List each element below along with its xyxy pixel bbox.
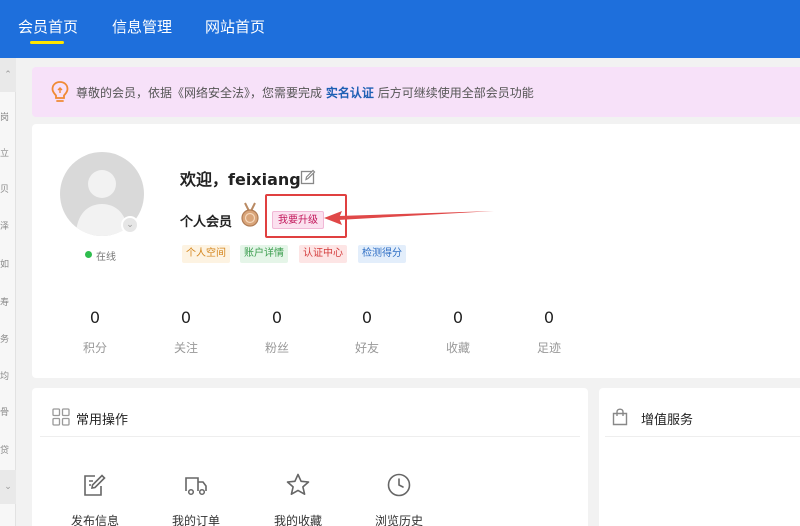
sidebar-item[interactable]: 贝 xyxy=(0,182,12,195)
op-label: 发布信息 xyxy=(70,514,119,526)
chevron-down-icon: ⌄ xyxy=(4,482,12,492)
sidebar-item[interactable]: 贷 xyxy=(0,443,12,456)
shopping-bag-icon xyxy=(612,408,628,426)
my-orders-button[interactable]: 我的订单 xyxy=(156,472,236,526)
chevron-up-icon: ⌃ xyxy=(4,70,12,80)
browse-history-button[interactable]: 浏览历史 xyxy=(359,472,439,526)
avatar-dropdown-icon[interactable]: ⌄ xyxy=(121,216,139,234)
stat-label: 足迹 xyxy=(536,341,561,355)
stat-label: 积分 xyxy=(82,341,107,355)
common-operations-title: 常用操作 xyxy=(76,413,129,428)
truck-icon xyxy=(185,477,207,496)
stat-favorites[interactable]: 0 收藏 xyxy=(428,308,488,356)
stat-value: 0 xyxy=(543,308,555,327)
edit-icon[interactable] xyxy=(300,169,316,185)
nav-member-home[interactable]: 会员首页 xyxy=(18,16,78,37)
sidebar-item[interactable]: 立 xyxy=(0,146,12,159)
lightbulb-icon xyxy=(51,81,69,102)
sidebar-collapse-toggle[interactable]: ⌃ xyxy=(0,58,16,92)
stat-footprints[interactable]: 0 足迹 xyxy=(519,308,579,356)
stat-value: 0 xyxy=(271,308,283,327)
divider xyxy=(605,436,800,437)
stat-value: 0 xyxy=(452,308,464,327)
divider xyxy=(40,436,580,437)
welcome-text: 欢迎，feixiang xyxy=(180,170,301,189)
top-nav-bar: 会员首页 信息管理 网站首页 xyxy=(0,0,800,58)
sidebar-item[interactable]: 如 xyxy=(0,257,12,270)
nav-info-management[interactable]: 信息管理 xyxy=(112,16,172,37)
value-added-services-card: 增值服务 xyxy=(599,388,800,526)
op-label: 我的订单 xyxy=(171,514,220,526)
annotation-arrow xyxy=(324,211,494,225)
sidebar-item[interactable]: 骨 xyxy=(0,405,12,418)
sidebar-item[interactable]: 务 xyxy=(0,332,12,345)
medal-icon xyxy=(241,202,259,227)
stat-friends[interactable]: 0 好友 xyxy=(337,308,397,356)
real-name-verification-link[interactable]: 实名认证 xyxy=(326,86,374,100)
common-operations-card: 常用操作 发布信息 我的订单 我的收藏 浏览历史 xyxy=(32,388,588,526)
upgrade-button[interactable]: 我要升级 xyxy=(272,211,324,229)
clock-icon xyxy=(387,473,411,497)
stat-points[interactable]: 0 积分 xyxy=(65,308,125,356)
nav-active-indicator xyxy=(30,41,64,44)
op-label: 浏览历史 xyxy=(374,514,423,526)
stat-label: 粉丝 xyxy=(264,341,289,355)
online-status-dot xyxy=(85,251,92,258)
value-added-services-title: 增值服务 xyxy=(641,413,694,428)
op-label: 我的收藏 xyxy=(273,514,322,526)
star-icon xyxy=(286,473,310,495)
notice-suffix: 后方可继续使用全部会员功能 xyxy=(377,86,534,100)
stat-value: 0 xyxy=(89,308,101,327)
sidebar: ⌃ 岗 立 贝 泽 如 寿 务 均 骨 贷 ⌄ xyxy=(0,58,16,526)
edit-doc-icon xyxy=(84,474,106,496)
stat-value: 0 xyxy=(361,308,373,327)
sidebar-section-toggle[interactable]: ⌄ xyxy=(0,470,16,504)
sidebar-item[interactable]: 寿 xyxy=(0,295,12,308)
notice-prefix: 尊敬的会员，依据《网络安全法》，您需要完成 xyxy=(76,86,323,100)
stat-value: 0 xyxy=(180,308,192,327)
nav-site-home[interactable]: 网站首页 xyxy=(205,16,265,37)
tag-personal-space[interactable]: 个人空间 xyxy=(182,245,230,263)
sidebar-item[interactable]: 岗 xyxy=(0,110,12,123)
notice-text: 尊敬的会员，依据《网络安全法》，您需要完成 实名认证 后方可继续使用全部会员功能 xyxy=(76,84,534,101)
online-status-text: 在线 xyxy=(96,252,116,263)
tag-verification-center[interactable]: 认证中心 xyxy=(299,245,347,263)
sidebar-item[interactable]: 泽 xyxy=(0,219,12,232)
stat-fans[interactable]: 0 粉丝 xyxy=(247,308,307,356)
verification-notice: 尊敬的会员，依据《网络安全法》，您需要完成 实名认证 后方可继续使用全部会员功能 xyxy=(32,67,800,117)
tag-account-details[interactable]: 账户详情 xyxy=(240,245,288,263)
member-level: 个人会员 xyxy=(180,215,233,230)
sidebar-item[interactable]: 均 xyxy=(0,369,12,382)
stat-label: 好友 xyxy=(354,341,379,355)
profile-card: ⌄ 在线 欢迎，feixiang 个人会员 我要升级 个人空间 账户详情 认证中… xyxy=(32,124,800,378)
tag-detection-score[interactable]: 检测得分 xyxy=(358,245,406,263)
stat-following[interactable]: 0 关注 xyxy=(156,308,216,356)
publish-info-button[interactable]: 发布信息 xyxy=(55,472,135,526)
stat-label: 关注 xyxy=(173,341,198,355)
grid-icon xyxy=(52,408,70,426)
stat-label: 收藏 xyxy=(445,341,470,355)
my-favorites-button[interactable]: 我的收藏 xyxy=(258,472,338,526)
